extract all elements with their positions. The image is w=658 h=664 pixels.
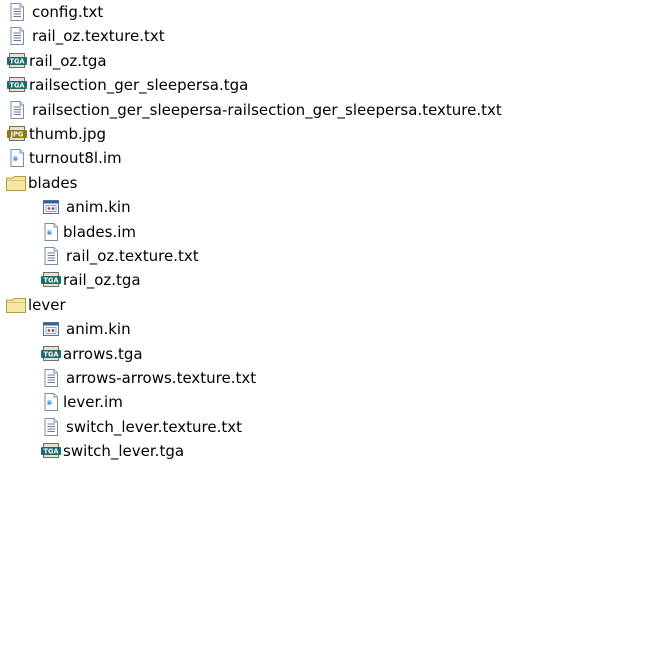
animation-file-icon [40,196,62,218]
tree-folder-lever[interactable]: lever [5,293,66,317]
tree-file-item[interactable]: switch_lever.texture.txt [40,415,242,439]
tree-item-label: lever [28,295,66,314]
tree-item-label: config.txt [32,3,104,21]
tree-file-item[interactable]: lever.im [40,390,123,414]
tree-file-item[interactable]: rail_oz.texture.txt [40,244,199,268]
tree-item-label: rail_oz.texture.txt [66,247,199,265]
tree-file-item[interactable]: anim.kin [40,317,131,341]
tga-image-icon: TGA [6,74,28,96]
tree-item-label: arrows-arrows.texture.txt [66,369,257,387]
tree-item-label: anim.kin [66,198,131,217]
text-file-icon [40,367,62,389]
tree-item-label: lever.im [63,393,123,412]
tree-file-item[interactable]: TGA rail_oz.tga [40,268,141,292]
tree-item-label: rail_oz.tga [63,271,141,290]
tree-file-item[interactable]: TGA railsection_ger_sleepersa.tga [6,73,248,97]
text-file-icon [6,99,28,121]
tree-item-label: switch_lever.texture.txt [66,417,243,436]
tree-file-item[interactable]: arrows-arrows.texture.txt [40,366,256,390]
tree-file-item[interactable]: TGA arrows.tga [40,342,143,366]
tree-file-item[interactable]: config.txt [6,0,103,24]
folder-icon [5,172,27,194]
text-file-icon [6,1,28,23]
svg-text:TGA: TGA [9,57,25,65]
tga-image-icon: TGA [40,440,62,462]
tree-item-label: blades [28,173,78,192]
tree-file-item[interactable]: railsection_ger_sleepersa-railsection_ge… [6,98,502,122]
tree-item-label: rail_oz.tga [29,51,107,70]
animation-file-icon [40,318,62,340]
svg-text:TGA: TGA [43,448,59,456]
tree-file-item[interactable]: rail_oz.texture.txt [6,24,165,48]
tga-image-icon: TGA [40,269,62,291]
tree-item-label: rail_oz.texture.txt [32,27,165,46]
tree-file-item[interactable]: anim.kin [40,195,131,219]
tree-item-label: arrows.tga [63,344,143,363]
tree-item-label: switch_lever.tga [63,442,185,461]
svg-text:TGA: TGA [43,350,59,358]
tree-item-label: turnout8l.im [29,149,122,168]
tree-item-label: thumb.jpg [29,125,107,143]
text-file-icon [6,25,28,47]
tga-image-icon: TGA [40,343,62,365]
svg-text:TGA: TGA [43,277,59,285]
svg-text:JPG: JPG [10,130,24,138]
mesh-file-icon [6,147,28,169]
folder-icon [5,294,27,316]
tree-folder-blades[interactable]: blades [5,171,77,195]
mesh-file-icon [40,221,62,243]
tree-file-item[interactable]: blades.im [40,220,136,244]
tree-item-label: blades.im [63,222,136,241]
tga-image-icon: TGA [6,50,28,72]
text-file-icon [40,416,62,438]
file-tree: config.txt rail_oz.texture.txt TGA rail_oz.… [0,0,658,664]
tree-item-label: railsection_ger_sleepersa-railsection_ge… [32,100,502,119]
mesh-file-icon [40,391,62,413]
text-file-icon [40,245,62,267]
tree-item-label: railsection_ger_sleepersa.tga [29,76,249,95]
tree-file-item[interactable]: turnout8l.im [6,146,122,170]
tree-file-item[interactable]: TGA switch_lever.tga [40,439,184,463]
svg-text:TGA: TGA [9,82,25,90]
tree-item-label: anim.kin [66,320,131,339]
jpg-image-icon: JPG [6,123,28,145]
tree-file-item[interactable]: TGA rail_oz.tga [6,49,107,73]
tree-file-item[interactable]: JPG thumb.jpg [6,122,106,146]
